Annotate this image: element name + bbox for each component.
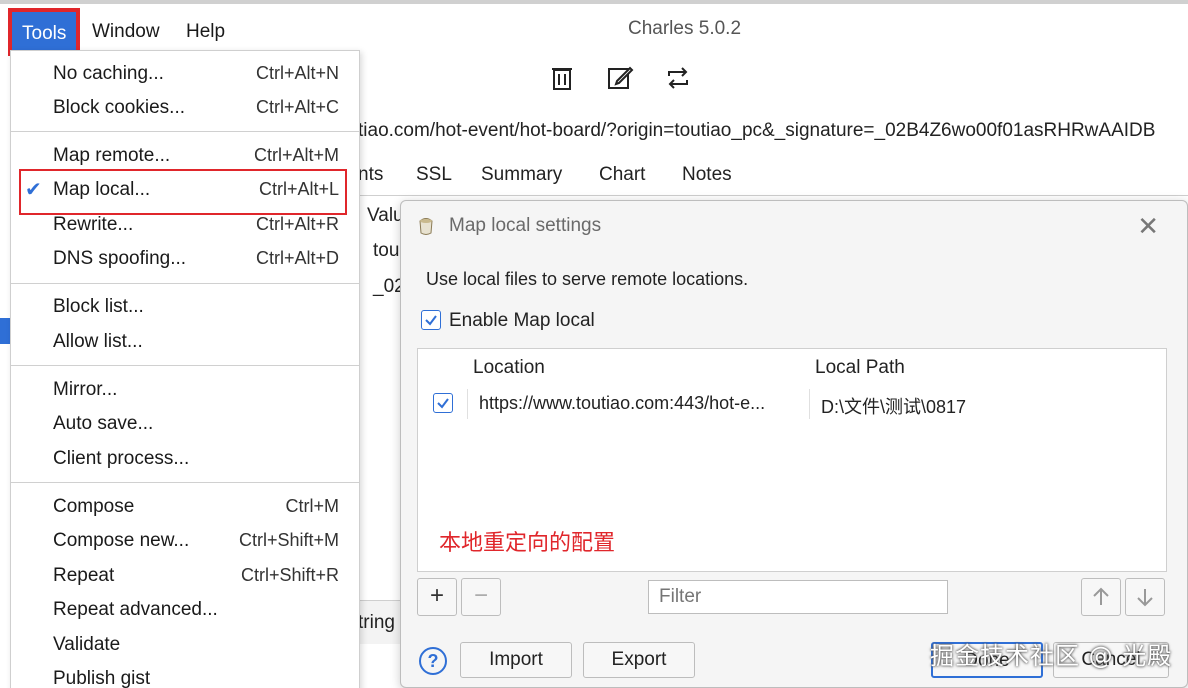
trash-icon[interactable]	[548, 64, 576, 92]
charles-app-icon	[419, 218, 433, 235]
menu-separator	[11, 365, 359, 366]
move-up-button[interactable]	[1081, 578, 1121, 616]
column-divider	[809, 389, 810, 419]
close-icon[interactable]: ✕	[1137, 211, 1159, 242]
selected-row-marker	[0, 318, 10, 344]
menu-item-label: No caching...	[53, 63, 164, 84]
menubar: Tools Window Help Charles 5.0.2	[0, 0, 1188, 56]
value-cell: tou	[373, 240, 400, 261]
menu-item-shortcut: Ctrl+M	[285, 496, 340, 516]
menu-item-shortcut: Ctrl+Alt+N	[255, 63, 339, 83]
menu-help[interactable]: Help	[174, 10, 237, 54]
tools-menu: No caching... Ctrl+Alt+N Block cookies..…	[10, 50, 360, 688]
menu-item-client-process[interactable]: Client process...	[11, 442, 359, 476]
dialog-description: Use local files to serve remote location…	[426, 269, 749, 289]
menu-item-shortcut: Ctrl+Shift+M	[238, 530, 339, 550]
menu-item-rewrite[interactable]: Rewrite... Ctrl+Alt+R	[11, 208, 359, 242]
detail-tabs: nts SSL Summary Chart Notes	[358, 160, 1188, 196]
menu-item-label: Map remote...	[53, 145, 171, 166]
menu-item-label: Publish gist	[53, 668, 151, 688]
menu-item-shortcut: Ctrl+Alt+R	[255, 214, 339, 234]
menu-item-label: Rewrite...	[53, 214, 134, 235]
row-location: https://www.toutiao.com:443/hot-e...	[479, 393, 766, 413]
checkmark-icon	[437, 398, 449, 409]
menu-item-label: Block list...	[53, 296, 144, 317]
tab-summary[interactable]: Summary	[481, 164, 562, 186]
export-button[interactable]: Export	[583, 642, 695, 678]
row-local-path: D:\文件\测试\0817	[821, 397, 967, 417]
menu-item-mirror[interactable]: Mirror...	[11, 373, 359, 407]
value-column-header: Valu	[367, 205, 404, 226]
annotation-text: 本地重定向的配置	[439, 531, 616, 556]
menu-item-label: Compose	[53, 496, 135, 517]
menu-item-compose[interactable]: Compose Ctrl+M	[11, 490, 359, 524]
repeat-icon[interactable]	[664, 64, 692, 92]
menu-item-label: Repeat	[53, 565, 115, 586]
map-local-dialog: Map local settings ✕ Use local files to …	[400, 200, 1188, 688]
add-button[interactable]: +	[417, 578, 457, 616]
menu-item-block-cookies[interactable]: Block cookies... Ctrl+Alt+C	[11, 91, 359, 125]
menu-separator	[11, 131, 359, 132]
menu-item-publish-gist[interactable]: Publish gist	[11, 662, 359, 688]
app-title: Charles 5.0.2	[628, 18, 742, 39]
menu-item-shortcut: Ctrl+Alt+D	[255, 248, 339, 268]
menu-item-validate[interactable]: Validate	[11, 628, 359, 662]
menu-window[interactable]: Window	[80, 10, 172, 54]
menu-item-compose-new[interactable]: Compose new... Ctrl+Shift+M	[11, 524, 359, 558]
dialog-title: Map local settings	[449, 215, 602, 236]
menu-item-shortcut: Ctrl+Shift+R	[240, 565, 339, 585]
watermark-text: 掘金技术社区 @ 光殿	[930, 642, 1173, 670]
request-url: tiao.com/hot-event/hot-board/?origin=tou…	[358, 120, 1156, 141]
menu-item-label: DNS spoofing...	[53, 248, 187, 269]
menu-separator	[11, 482, 359, 483]
menu-item-allow-list[interactable]: Allow list...	[11, 325, 359, 359]
column-divider	[467, 389, 468, 419]
menu-item-label: Compose new...	[53, 530, 190, 551]
menu-item-label: Validate	[53, 634, 121, 655]
menu-item-label: Mirror...	[53, 379, 118, 400]
menu-item-repeat-advanced[interactable]: Repeat advanced...	[11, 593, 359, 627]
move-down-button[interactable]	[1125, 578, 1165, 616]
help-button[interactable]: ?	[419, 647, 447, 675]
menu-item-shortcut: Ctrl+Alt+C	[255, 97, 339, 117]
checkmark-icon	[425, 315, 437, 326]
import-button[interactable]: Import	[460, 642, 572, 678]
menu-item-repeat[interactable]: Repeat Ctrl+Shift+R	[11, 559, 359, 593]
menu-item-shortcut: Ctrl+Alt+M	[253, 145, 339, 165]
enable-map-local-checkbox[interactable]	[421, 310, 441, 330]
table-row[interactable]: https://www.toutiao.com:443/hot-e... D:\…	[418, 385, 1166, 423]
menu-item-dns-spoofing[interactable]: DNS spoofing... Ctrl+Alt+D	[11, 242, 359, 276]
menu-item-label: Repeat advanced...	[53, 599, 218, 620]
row-enabled-checkbox[interactable]	[433, 393, 453, 413]
column-header-local-path[interactable]: Local Path	[815, 357, 905, 379]
menu-tools[interactable]: Tools	[7, 8, 81, 56]
menu-item-label: Allow list...	[53, 331, 143, 352]
column-header-location[interactable]: Location	[473, 357, 545, 379]
tab-notes[interactable]: Notes	[682, 164, 732, 186]
menu-item-auto-save[interactable]: Auto save...	[11, 407, 359, 441]
mappings-table: Location Local Path https://www.toutiao.…	[417, 348, 1167, 572]
menu-item-no-caching[interactable]: No caching... Ctrl+Alt+N	[11, 57, 359, 91]
menu-item-label: Block cookies...	[53, 97, 185, 118]
tab-chart[interactable]: Chart	[599, 164, 645, 186]
menu-item-block-list[interactable]: Block list...	[11, 290, 359, 324]
enable-map-local-label: Enable Map local	[449, 310, 595, 331]
arrow-down-icon	[1137, 589, 1153, 607]
filter-input[interactable]	[648, 580, 948, 614]
menu-item-map-remote[interactable]: Map remote... Ctrl+Alt+M	[11, 139, 359, 173]
edit-icon[interactable]	[606, 64, 634, 92]
menu-item-label: Auto save...	[53, 413, 154, 434]
remove-button[interactable]: −	[461, 578, 501, 616]
arrow-up-icon	[1093, 587, 1109, 605]
tab-fragment[interactable]: tring	[358, 612, 395, 634]
tab-contents[interactable]: nts	[358, 164, 383, 186]
menu-separator	[11, 283, 359, 284]
tab-ssl[interactable]: SSL	[416, 164, 452, 186]
menu-item-label: Client process...	[53, 448, 190, 469]
